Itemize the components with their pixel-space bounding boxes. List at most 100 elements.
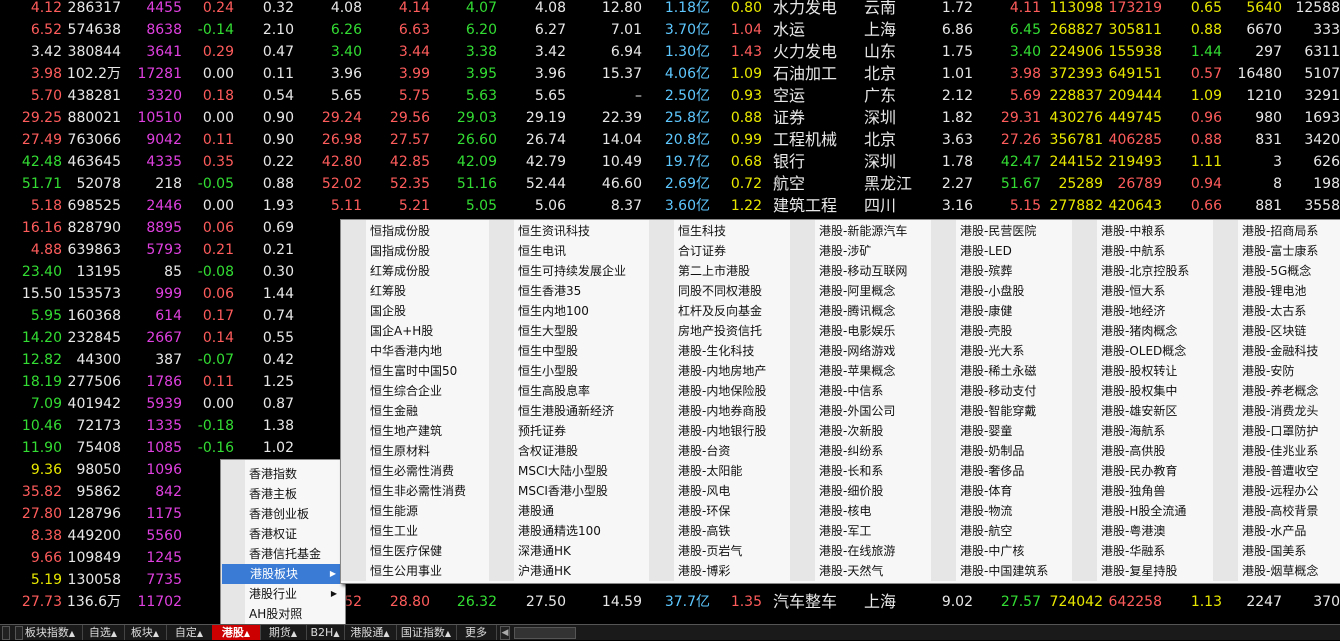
submenu-item[interactable]: 港股-新能源汽车 bbox=[819, 221, 907, 241]
submenu-item[interactable]: 港股-环保 bbox=[678, 501, 730, 521]
submenu-item[interactable]: 港股-稀土永磁 bbox=[960, 361, 1036, 381]
submenu-item[interactable]: 港股-航空 bbox=[960, 521, 1012, 541]
submenu-item[interactable]: 港股-北京控股系 bbox=[1101, 261, 1189, 281]
submenu-item[interactable]: 港股-地经济 bbox=[1101, 301, 1165, 321]
table-row[interactable]: 51.71 52078 218 -0.05 0.88 52.02 52.35 51.16 52.… bbox=[0, 173, 1340, 195]
submenu-item[interactable]: 港股-内地银行股 bbox=[678, 421, 766, 441]
bottom-tab[interactable]: 板块指数▲ bbox=[18, 625, 83, 640]
submenu-item[interactable]: 港股-内地房地产 bbox=[678, 361, 766, 381]
submenu-item[interactable]: 港股-军工 bbox=[819, 521, 871, 541]
table-row[interactable]: 42.48 463645 4335 0.35 0.22 42.80 42.85 42.09 42… bbox=[0, 151, 1340, 173]
submenu-item[interactable]: MSCI香港小型股 bbox=[518, 481, 608, 501]
submenu-item[interactable]: 港股-佳兆业系 bbox=[1242, 441, 1318, 461]
submenu-item[interactable]: 港股-风电 bbox=[678, 481, 730, 501]
submenu-item[interactable]: 港股-5G概念 bbox=[1242, 261, 1311, 281]
submenu-item[interactable]: 港股-中航系 bbox=[1101, 241, 1165, 261]
submenu-item[interactable]: 恒生能源 bbox=[370, 501, 418, 521]
submenu-item[interactable]: 港股-海航系 bbox=[1101, 421, 1165, 441]
submenu-item[interactable]: 港股-电影娱乐 bbox=[819, 321, 895, 341]
submenu-item[interactable]: 港股-水产品 bbox=[1242, 521, 1306, 541]
submenu-item[interactable]: 恒生可持续发展企业 bbox=[518, 261, 626, 281]
submenu-item[interactable]: 港股-移动互联网 bbox=[819, 261, 907, 281]
submenu-item[interactable]: 港股-富士康系 bbox=[1242, 241, 1318, 261]
submenu-item[interactable]: 港股-民办教育 bbox=[1101, 461, 1177, 481]
submenu-item[interactable]: 港股-智能穿戴 bbox=[960, 401, 1036, 421]
submenu-item[interactable]: 恒指成份股 bbox=[370, 221, 430, 241]
submenu-item[interactable]: 港股-中国建筑系 bbox=[960, 561, 1048, 581]
submenu-item[interactable]: 港股-太阳能 bbox=[678, 461, 742, 481]
submenu-item[interactable]: 港股-股权集中 bbox=[1101, 381, 1177, 401]
submenu-item[interactable]: 港股-移动支付 bbox=[960, 381, 1036, 401]
menu-item[interactable]: 香港信托基金 bbox=[221, 544, 343, 564]
submenu-item[interactable]: 红筹成份股 bbox=[370, 261, 430, 281]
submenu-item[interactable]: 港股-OLED概念 bbox=[1101, 341, 1186, 361]
submenu-item[interactable]: 恒生金融 bbox=[370, 401, 418, 421]
submenu-item[interactable]: 恒生地产建筑 bbox=[370, 421, 442, 441]
submenu-item[interactable]: 港股-台资 bbox=[678, 441, 730, 461]
horizontal-scroll-left-icon[interactable]: ◀ bbox=[500, 626, 510, 640]
submenu-item[interactable]: 港股-金融科技 bbox=[1242, 341, 1318, 361]
submenu-item[interactable]: 港股-华融系 bbox=[1101, 541, 1165, 561]
submenu-item[interactable]: 恒生医疗保健 bbox=[370, 541, 442, 561]
submenu-item[interactable]: 恒生电讯 bbox=[518, 241, 566, 261]
submenu-item[interactable]: 第二上市港股 bbox=[678, 261, 750, 281]
bottom-tab[interactable]: 港股通▲ bbox=[344, 625, 397, 640]
bottom-tab[interactable]: 自选▲ bbox=[82, 625, 125, 640]
submenu-item[interactable]: 恒生综合企业 bbox=[370, 381, 442, 401]
table-row[interactable]: 27.73136.6万117020.5228.8026.3227.5014.59… bbox=[0, 591, 1340, 613]
submenu-item[interactable]: 港股-独角兽 bbox=[1101, 481, 1165, 501]
submenu-item[interactable]: 港股-民营医院 bbox=[960, 221, 1036, 241]
submenu-item[interactable]: 中华香港内地 bbox=[370, 341, 442, 361]
bottom-tab[interactable]: 港股▲ bbox=[212, 625, 261, 640]
submenu-item[interactable]: 港股-复星持股 bbox=[1101, 561, 1177, 581]
menu-item[interactable]: 香港权证 bbox=[221, 524, 343, 544]
submenu-item[interactable]: 恒生资讯科技 bbox=[518, 221, 590, 241]
submenu-item[interactable]: 港股-纠纷系 bbox=[819, 441, 883, 461]
table-row[interactable]: 5.18 698525 2446 0.00 1.93 5.11 5.21 5.05 5.06 8.… bbox=[0, 195, 1340, 217]
scroll-left-icon[interactable] bbox=[2, 626, 10, 640]
submenu-item[interactable]: 港股-区块链 bbox=[1242, 321, 1306, 341]
submenu-item[interactable]: 港股-烟草概念 bbox=[1242, 561, 1318, 581]
submenu-item[interactable]: 港股-生化科技 bbox=[678, 341, 754, 361]
submenu-item[interactable]: 港股-高校背景 bbox=[1242, 501, 1318, 521]
submenu-item[interactable]: MSCI大陆小型股 bbox=[518, 461, 608, 481]
menu-item[interactable]: 港股板块 ▶ bbox=[222, 564, 342, 584]
submenu-item[interactable]: 港股-雄安新区 bbox=[1101, 401, 1177, 421]
submenu-item[interactable]: 港股-粤港澳 bbox=[1101, 521, 1165, 541]
submenu-item[interactable]: 深港通HK bbox=[518, 541, 571, 561]
submenu-item[interactable]: 港股-物流 bbox=[960, 501, 1012, 521]
menu-item[interactable]: 香港指数 bbox=[221, 464, 343, 484]
submenu-item[interactable]: 港股-在线旅游 bbox=[819, 541, 895, 561]
submenu-item[interactable]: 恒生内地100 bbox=[518, 301, 589, 321]
submenu-item[interactable]: 国企A+H股 bbox=[370, 321, 433, 341]
submenu-item[interactable]: 恒生高股息率 bbox=[518, 381, 590, 401]
submenu-item[interactable]: 港股-普遭收空 bbox=[1242, 461, 1318, 481]
table-row[interactable]: 3.42 380844 3641 0.29 0.47 3.40 3.44 3.38 3.42 6.… bbox=[0, 41, 1340, 63]
submenu-item[interactable]: 港股-小盘股 bbox=[960, 281, 1024, 301]
table-row[interactable]: 6.52 574638 8638 -0.14 2.10 6.26 6.63 6.20 6.27 7… bbox=[0, 19, 1340, 41]
submenu-item[interactable]: 恒生原材料 bbox=[370, 441, 430, 461]
submenu-item[interactable]: 港股-内地保险股 bbox=[678, 381, 766, 401]
submenu-item[interactable]: 港股-康健 bbox=[960, 301, 1012, 321]
submenu-item[interactable]: 港股-中粮系 bbox=[1101, 221, 1165, 241]
menu-item[interactable]: AH股对照 bbox=[221, 604, 343, 624]
submenu-item[interactable]: 国企股 bbox=[370, 301, 406, 321]
submenu-item[interactable]: 港股-殡葬 bbox=[960, 261, 1012, 281]
submenu-item[interactable]: 港股-中广核 bbox=[960, 541, 1024, 561]
submenu-item[interactable]: 恒生必需性消费 bbox=[370, 461, 454, 481]
submenu-item[interactable]: 港股-股权转让 bbox=[1101, 361, 1177, 381]
submenu-item[interactable]: 港股-口罩防护 bbox=[1242, 421, 1318, 441]
submenu-item[interactable]: 恒生香港35 bbox=[518, 281, 581, 301]
submenu-item[interactable]: 港股-H股全流通 bbox=[1101, 501, 1186, 521]
submenu-item[interactable]: 港股-天然气 bbox=[819, 561, 883, 581]
submenu-item[interactable]: 港股-阿里概念 bbox=[819, 281, 895, 301]
submenu-item[interactable]: 恒生非必需性消费 bbox=[370, 481, 466, 501]
submenu-item[interactable]: 恒生大型股 bbox=[518, 321, 578, 341]
submenu-item[interactable]: 港股-奢侈品 bbox=[960, 461, 1024, 481]
submenu-item[interactable]: 港股-恒大系 bbox=[1101, 281, 1165, 301]
submenu-item[interactable]: 港股通精选100 bbox=[518, 521, 601, 541]
submenu-item[interactable]: 恒生科技 bbox=[678, 221, 726, 241]
submenu-item[interactable]: 恒生港股通新经济 bbox=[518, 401, 614, 421]
submenu-item[interactable]: 港股-内地券商股 bbox=[678, 401, 766, 421]
submenu-item[interactable]: 港股-体育 bbox=[960, 481, 1012, 501]
